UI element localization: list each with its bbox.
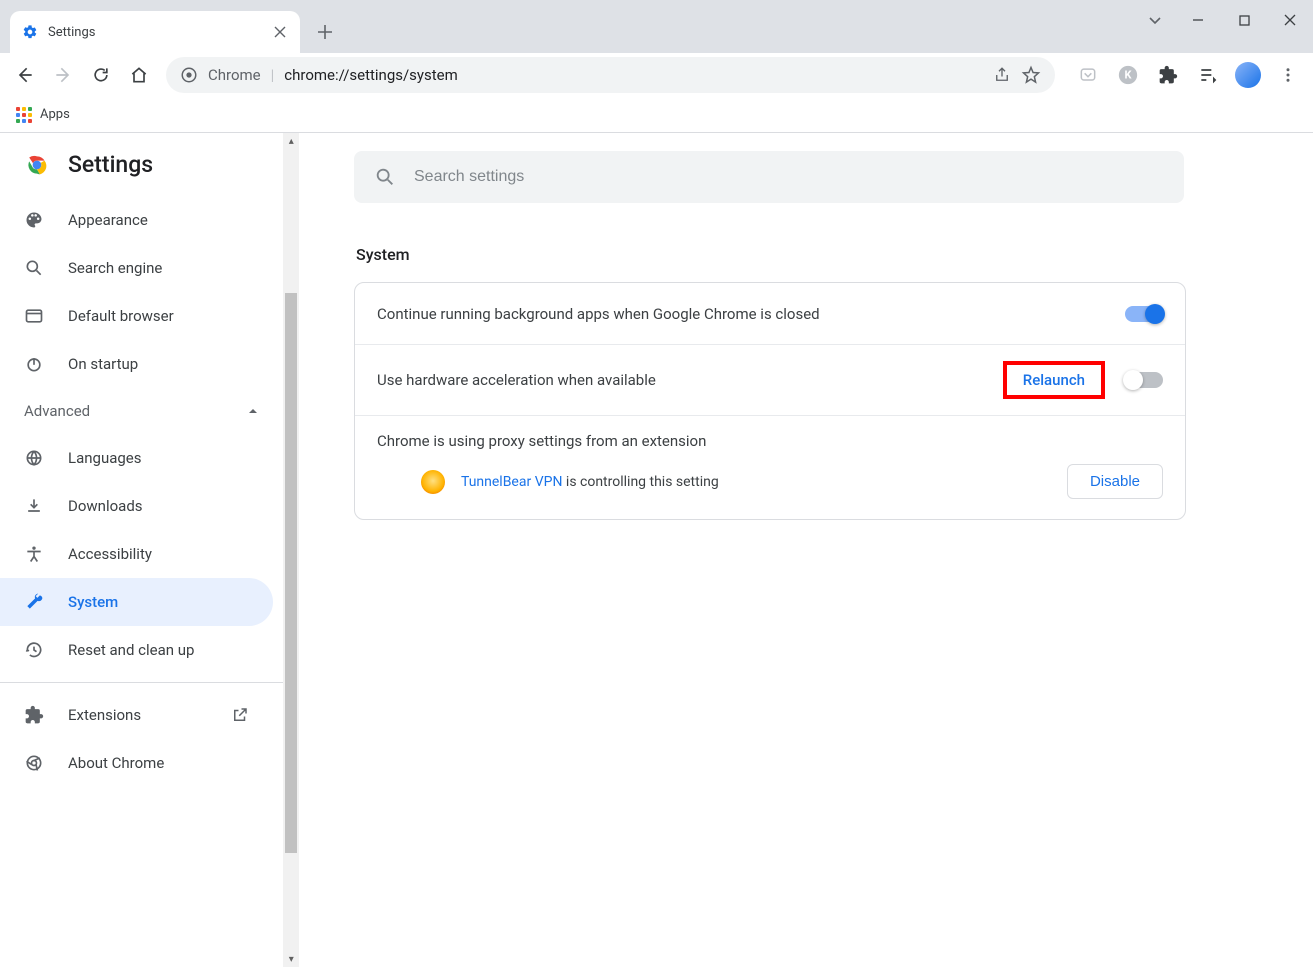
browser-icon xyxy=(24,306,44,326)
section-title: System xyxy=(356,245,1251,264)
accessibility-icon xyxy=(24,544,44,564)
page-title: Settings xyxy=(68,151,153,178)
window-controls xyxy=(1135,0,1313,40)
restore-icon xyxy=(24,640,44,660)
wrench-icon xyxy=(24,592,44,612)
sidebar-label: Search engine xyxy=(68,259,162,277)
sidebar-item-on-startup[interactable]: On startup xyxy=(0,340,273,388)
sidebar-item-search-engine[interactable]: Search engine xyxy=(0,244,273,292)
advanced-toggle[interactable]: Advanced xyxy=(0,388,283,434)
sidebar-item-languages[interactable]: Languages xyxy=(0,434,273,482)
home-button[interactable] xyxy=(122,58,156,92)
sidebar-scrollbar[interactable]: ▴ ▾ xyxy=(283,133,299,967)
tunnelbear-icon xyxy=(421,470,445,494)
address-bar[interactable]: Chrome | chrome://settings/system xyxy=(166,57,1055,93)
setting-row-hardware-accel: Use hardware acceleration when available… xyxy=(355,345,1185,416)
external-link-icon xyxy=(231,706,249,724)
sidebar-item-default-browser[interactable]: Default browser xyxy=(0,292,273,340)
browser-tab[interactable]: Settings xyxy=(10,11,300,53)
sidebar-label: Reset and clean up xyxy=(68,641,194,659)
tab-strip: Settings xyxy=(0,0,1313,53)
scroll-down-icon[interactable]: ▾ xyxy=(283,951,299,967)
settings-gear-icon xyxy=(22,24,38,40)
sidebar-label: About Chrome xyxy=(68,754,164,772)
sidebar-label: Appearance xyxy=(68,211,148,229)
toggle-background-apps[interactable] xyxy=(1125,306,1163,322)
relaunch-button[interactable]: Relaunch xyxy=(1023,371,1085,389)
extension-link[interactable]: TunnelBear VPN xyxy=(461,474,562,490)
tab-search-chevron-icon[interactable] xyxy=(1135,0,1175,40)
chevron-up-icon xyxy=(247,405,259,417)
globe-icon xyxy=(24,448,44,468)
palette-icon xyxy=(24,210,44,230)
system-settings-card: Continue running background apps when Go… xyxy=(354,282,1186,520)
sidebar-label: Downloads xyxy=(68,497,143,515)
ext-k-icon[interactable]: K xyxy=(1111,58,1145,92)
search-icon xyxy=(24,258,44,278)
sidebar-item-accessibility[interactable]: Accessibility xyxy=(0,530,273,578)
apps-grid-icon xyxy=(16,107,32,123)
extensions-puzzle-icon[interactable] xyxy=(1151,58,1185,92)
new-tab-button[interactable] xyxy=(310,17,340,47)
toolbar: Chrome | chrome://settings/system K xyxy=(0,53,1313,97)
sidebar-item-downloads[interactable]: Downloads xyxy=(0,482,273,530)
forward-button[interactable] xyxy=(46,58,80,92)
sidebar-label: Accessibility xyxy=(68,545,152,563)
relaunch-highlight: Relaunch xyxy=(1003,361,1105,399)
setting-label: Chrome is using proxy settings from an e… xyxy=(377,432,706,450)
minimize-button[interactable] xyxy=(1175,0,1221,40)
chrome-logo-icon xyxy=(24,152,50,178)
site-info-icon[interactable] xyxy=(180,66,198,84)
sidebar-item-appearance[interactable]: Appearance xyxy=(0,196,273,244)
apps-label: Apps xyxy=(40,107,70,122)
search-input[interactable] xyxy=(414,168,1164,186)
sidebar-item-about[interactable]: About Chrome xyxy=(0,739,273,787)
pocket-extension-icon[interactable] xyxy=(1071,58,1105,92)
divider xyxy=(0,682,283,683)
settings-header: Settings xyxy=(0,133,283,196)
disable-button[interactable]: Disable xyxy=(1067,464,1163,499)
search-icon xyxy=(374,166,396,188)
puzzle-icon xyxy=(24,705,44,725)
sidebar-label: Default browser xyxy=(68,307,174,325)
power-icon xyxy=(24,354,44,374)
svg-text:K: K xyxy=(1125,68,1133,81)
bookmark-star-icon[interactable] xyxy=(1021,65,1041,85)
scroll-thumb[interactable] xyxy=(285,293,297,853)
back-button[interactable] xyxy=(8,58,42,92)
maximize-button[interactable] xyxy=(1221,0,1267,40)
sidebar-item-system[interactable]: System xyxy=(0,578,273,626)
sidebar-label: Extensions xyxy=(68,706,141,724)
setting-row-proxy: Chrome is using proxy settings from an e… xyxy=(355,416,1185,519)
proxy-extension-text: TunnelBear VPN is controlling this setti… xyxy=(461,474,719,490)
sidebar-item-reset[interactable]: Reset and clean up xyxy=(0,626,273,674)
url-text: Chrome | chrome://settings/system xyxy=(208,66,983,84)
tab-title: Settings xyxy=(48,25,272,40)
chrome-outline-icon xyxy=(24,753,44,773)
toggle-hardware-accel[interactable] xyxy=(1125,372,1163,388)
bookmarks-bar: Apps xyxy=(0,97,1313,133)
sidebar-label: Languages xyxy=(68,449,142,467)
close-tab-icon[interactable] xyxy=(272,24,288,40)
setting-label: Continue running background apps when Go… xyxy=(377,305,1125,323)
apps-shortcut[interactable]: Apps xyxy=(16,107,70,123)
advanced-label: Advanced xyxy=(24,402,90,420)
reload-button[interactable] xyxy=(84,58,118,92)
settings-search[interactable] xyxy=(354,151,1184,203)
profile-avatar[interactable] xyxy=(1231,58,1265,92)
reading-list-icon[interactable] xyxy=(1191,58,1225,92)
main-content: System Continue running background apps … xyxy=(300,133,1313,967)
sidebar-label: On startup xyxy=(68,355,138,373)
share-icon[interactable] xyxy=(993,66,1011,84)
download-icon xyxy=(24,496,44,516)
scroll-up-icon[interactable]: ▴ xyxy=(283,133,299,149)
chrome-menu-icon[interactable] xyxy=(1271,58,1305,92)
settings-sidebar: Settings Appearance Search engine Defaul… xyxy=(0,133,283,967)
close-window-button[interactable] xyxy=(1267,0,1313,40)
setting-label: Use hardware acceleration when available xyxy=(377,371,1003,389)
sidebar-item-extensions[interactable]: Extensions xyxy=(0,691,273,739)
setting-row-background-apps: Continue running background apps when Go… xyxy=(355,283,1185,345)
sidebar-label: System xyxy=(68,593,118,611)
